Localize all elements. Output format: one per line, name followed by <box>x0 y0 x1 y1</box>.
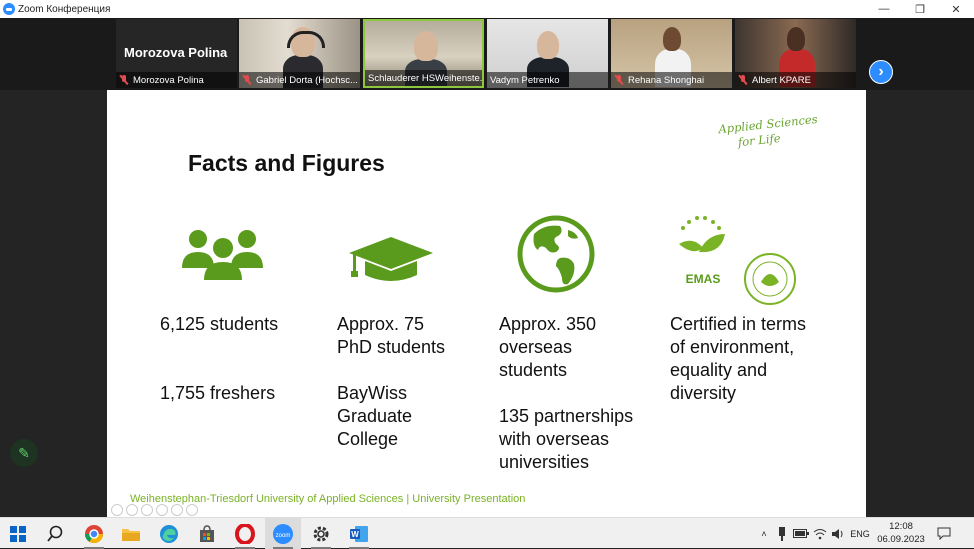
next-slide-icon[interactable] <box>126 504 138 516</box>
facts-column-phd: Approx. 75 PhD students BayWiss Graduate… <box>337 314 446 449</box>
facts-column-overseas: Approx. 350 overseas students 135 partne… <box>499 314 634 472</box>
taskbar-word[interactable]: W <box>341 518 377 549</box>
notifications-icon[interactable] <box>932 518 956 549</box>
participant-face <box>537 31 559 59</box>
tray-battery-icon[interactable] <box>792 518 810 549</box>
opera-icon <box>235 523 255 544</box>
tray-clock[interactable]: 12:08 06.09.2023 <box>876 520 926 546</box>
tray-volume-icon[interactable] <box>830 518 846 549</box>
muted-mic-icon <box>242 75 252 85</box>
zoom-slide-icon[interactable] <box>171 504 183 516</box>
graduation-cap-icon <box>349 237 433 281</box>
slide-toolbar <box>111 504 198 516</box>
prev-slide-icon[interactable] <box>111 504 123 516</box>
close-icon[interactable]: ✕ <box>938 0 974 18</box>
participant-nametag: Albert KPARE <box>735 72 856 88</box>
windows-logo-icon <box>10 525 26 542</box>
svg-text:zoom: zoom <box>276 533 291 539</box>
taskbar-chrome[interactable] <box>76 518 112 549</box>
participant-tile-active-speaker[interactable]: Schlauderer HSWeihenste... <box>363 19 484 88</box>
window-controls: — ❐ ✕ <box>866 0 974 18</box>
globe-icon <box>517 215 595 293</box>
taskbar-opera[interactable] <box>227 518 263 549</box>
taskbar-file-explorer[interactable] <box>113 518 149 549</box>
participant-tile[interactable]: Vadym Petrenko <box>487 19 608 88</box>
muted-mic-icon <box>614 75 624 85</box>
more-options-icon[interactable] <box>186 504 198 516</box>
taskbar-settings[interactable] <box>303 518 339 549</box>
participant-tile[interactable]: Morozova Polina Morozova Polina <box>116 19 237 88</box>
facts-column-students: 6,125 students 1,755 freshers <box>160 314 279 403</box>
folder-icon <box>122 528 140 541</box>
taskbar-edge[interactable] <box>151 518 187 549</box>
facts-column-certified: Certified in terms of environment, equal… <box>670 314 807 403</box>
annotate-pencil-button[interactable]: ✎ <box>10 439 38 467</box>
participant-nametag: Gabriel Dorta (Hochsc... <box>239 72 360 88</box>
slide-tagline: Applied Sciences for Life <box>717 111 819 150</box>
emas-label: EMAS <box>685 272 721 286</box>
participant-face <box>663 27 681 51</box>
participant-tile[interactable]: Gabriel Dorta (Hochsc... <box>239 19 360 88</box>
zoom-app-icon: zoom <box>273 523 293 544</box>
window-title: Zoom Конференция <box>18 3 111 15</box>
pen-tool-icon[interactable] <box>141 504 153 516</box>
tray-chevron-up-icon[interactable]: ˄ <box>756 518 772 549</box>
windows-taskbar: zoom W ˄ ENG 12:08 06.09.2023 <box>0 517 974 549</box>
equality-seal-icon <box>744 253 796 305</box>
headset-icon <box>287 31 325 48</box>
tray-usb-icon[interactable] <box>774 518 790 549</box>
participant-display-name: Morozova Polina <box>124 45 228 60</box>
slides-grid-icon[interactable] <box>156 504 168 516</box>
participant-face <box>414 31 438 61</box>
participant-nametag: Schlauderer HSWeihenste... <box>365 70 482 86</box>
search-button[interactable] <box>37 518 73 549</box>
taskbar-store[interactable] <box>189 518 225 549</box>
tray-wifi-icon[interactable] <box>812 518 828 549</box>
taskbar-zoom[interactable]: zoom <box>265 518 301 549</box>
zoom-logo-icon <box>3 3 15 15</box>
next-participants-button[interactable]: › <box>869 60 893 84</box>
participant-video-strip: Morozova Polina Morozova Polina Gabriel … <box>0 18 974 90</box>
chrome-icon <box>85 524 103 543</box>
start-button[interactable] <box>0 518 36 549</box>
gear-icon <box>313 526 329 541</box>
slide-title: Facts and Figures <box>188 150 385 176</box>
edge-icon <box>160 524 178 543</box>
restore-icon[interactable]: ❐ <box>902 0 938 18</box>
participant-nametag: Morozova Polina <box>116 72 237 88</box>
muted-mic-icon <box>738 75 748 85</box>
store-icon <box>200 524 214 542</box>
minimize-icon[interactable]: — <box>866 0 902 18</box>
participant-face <box>787 27 805 51</box>
participant-tile[interactable]: Albert KPARE <box>735 19 856 88</box>
search-icon <box>47 525 63 542</box>
participant-nametag: Rehana Shonghai <box>611 72 732 88</box>
svg-text:W: W <box>351 530 359 539</box>
participant-nametag: Vadym Petrenko <box>487 72 608 88</box>
muted-mic-icon <box>119 75 129 85</box>
tray-language[interactable]: ENG <box>848 518 872 549</box>
participant-tile[interactable]: Rehana Shonghai <box>611 19 732 88</box>
people-group-icon <box>182 230 263 280</box>
shared-screen-slide: Applied Sciences for Life Facts and Figu… <box>107 90 866 517</box>
window-title-bar: Zoom Конференция — ❐ ✕ <box>0 0 974 18</box>
word-icon: W <box>350 525 368 542</box>
